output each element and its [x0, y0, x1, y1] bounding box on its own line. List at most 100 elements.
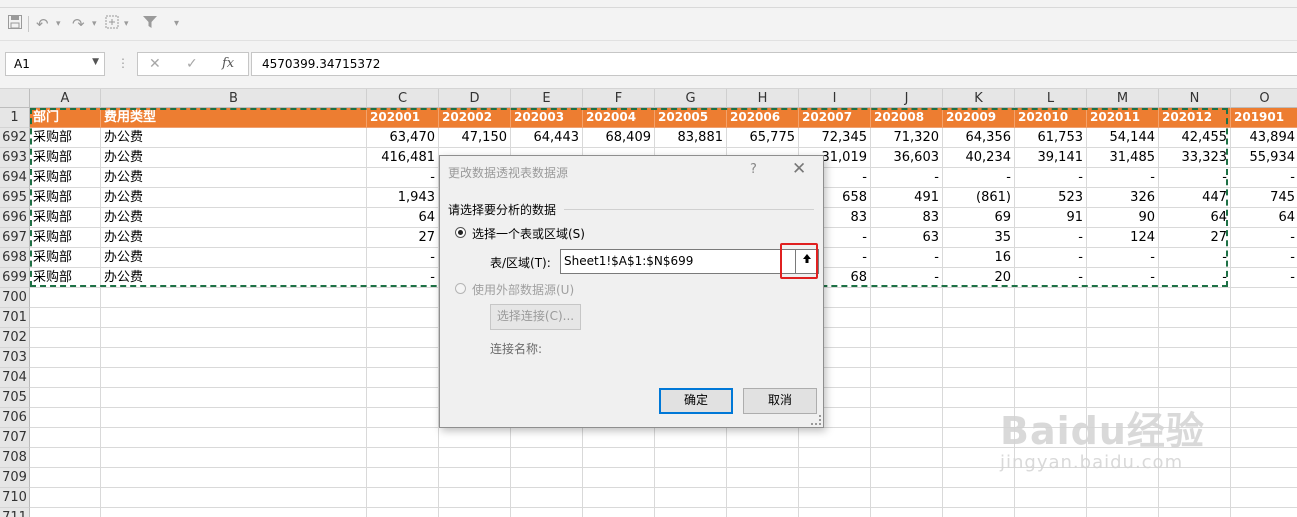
choose-connection-button[interactable]: 选择连接(C)... — [490, 304, 581, 330]
table-cell[interactable]: 65,775 — [727, 128, 799, 148]
empty-cell[interactable] — [1015, 508, 1087, 517]
empty-cell[interactable] — [727, 468, 799, 488]
cancel-button[interactable]: 取消 — [743, 388, 817, 414]
empty-cell[interactable] — [583, 448, 655, 468]
empty-cell[interactable] — [101, 448, 367, 468]
header-cell[interactable]: 部门 — [30, 108, 101, 128]
empty-cell[interactable] — [30, 388, 101, 408]
table-cell[interactable]: 办公费 — [101, 268, 367, 288]
undo-icon[interactable]: ↶ — [36, 14, 49, 34]
row-header[interactable]: 705 — [0, 388, 30, 408]
empty-cell[interactable] — [367, 428, 439, 448]
table-cell[interactable]: 采购部 — [30, 208, 101, 228]
empty-cell[interactable] — [439, 508, 511, 517]
header-cell[interactable]: 202005 — [655, 108, 727, 128]
column-header-f[interactable]: F — [583, 89, 655, 108]
table-cell[interactable]: - — [1015, 248, 1087, 268]
row-header[interactable]: 708 — [0, 448, 30, 468]
empty-cell[interactable] — [1231, 328, 1297, 348]
empty-cell[interactable] — [727, 448, 799, 468]
empty-cell[interactable] — [367, 288, 439, 308]
row-header[interactable]: 709 — [0, 468, 30, 488]
format-painter-dropdown-icon[interactable]: ▾ — [124, 14, 129, 34]
header-cell[interactable]: 201901 — [1231, 108, 1297, 128]
table-cell[interactable]: 办公费 — [101, 248, 367, 268]
table-cell[interactable]: - — [1087, 168, 1159, 188]
empty-cell[interactable] — [101, 348, 367, 368]
empty-cell[interactable] — [367, 368, 439, 388]
column-header-n[interactable]: N — [1159, 89, 1231, 108]
empty-cell[interactable] — [943, 308, 1015, 328]
empty-cell[interactable] — [101, 308, 367, 328]
range-input[interactable]: Sheet1!$A$1:$N$699 — [560, 249, 819, 274]
empty-cell[interactable] — [367, 408, 439, 428]
table-cell[interactable]: - — [871, 268, 943, 288]
table-cell[interactable]: - — [1231, 248, 1297, 268]
empty-cell[interactable] — [655, 508, 727, 517]
column-header-l[interactable]: L — [1015, 89, 1087, 108]
empty-cell[interactable] — [101, 368, 367, 388]
table-cell[interactable]: 72,345 — [799, 128, 871, 148]
table-cell[interactable]: 63 — [871, 228, 943, 248]
empty-cell[interactable] — [30, 408, 101, 428]
table-cell[interactable]: 91 — [1015, 208, 1087, 228]
table-cell[interactable]: 1,943 — [367, 188, 439, 208]
customize-toolbar-icon[interactable]: ▾ — [174, 14, 179, 34]
table-cell[interactable]: 35 — [943, 228, 1015, 248]
formula-bar-grip-icon[interactable]: ⋮ — [117, 56, 129, 70]
table-cell[interactable]: 办公费 — [101, 228, 367, 248]
empty-cell[interactable] — [439, 448, 511, 468]
row-header[interactable]: 695 — [0, 188, 30, 208]
empty-cell[interactable] — [799, 428, 871, 448]
empty-cell[interactable] — [727, 508, 799, 517]
close-icon[interactable]: ✕ — [792, 159, 806, 179]
name-box-dropdown-icon[interactable]: ▼ — [92, 57, 99, 67]
save-icon[interactable] — [7, 14, 23, 34]
table-cell[interactable]: 416,481 — [367, 148, 439, 168]
empty-cell[interactable] — [799, 448, 871, 468]
empty-cell[interactable] — [1231, 448, 1297, 468]
row-header[interactable]: 702 — [0, 328, 30, 348]
column-header-j[interactable]: J — [871, 89, 943, 108]
empty-cell[interactable] — [1087, 288, 1159, 308]
row-header[interactable]: 697 — [0, 228, 30, 248]
table-cell[interactable]: 办公费 — [101, 168, 367, 188]
table-cell[interactable]: 745 — [1231, 188, 1297, 208]
table-cell[interactable]: 40,234 — [943, 148, 1015, 168]
empty-cell[interactable] — [367, 328, 439, 348]
empty-cell[interactable] — [1087, 508, 1159, 517]
empty-cell[interactable] — [943, 328, 1015, 348]
table-cell[interactable]: 16 — [943, 248, 1015, 268]
row-header[interactable]: 696 — [0, 208, 30, 228]
table-cell[interactable]: - — [367, 168, 439, 188]
insert-function-icon[interactable]: fx — [222, 56, 234, 71]
table-cell[interactable]: 20 — [943, 268, 1015, 288]
header-cell[interactable]: 202007 — [799, 108, 871, 128]
empty-cell[interactable] — [583, 488, 655, 508]
empty-cell[interactable] — [1015, 288, 1087, 308]
row-header[interactable]: 700 — [0, 288, 30, 308]
empty-cell[interactable] — [101, 488, 367, 508]
header-cell[interactable]: 费用类型 — [101, 108, 367, 128]
table-cell[interactable]: 64,443 — [511, 128, 583, 148]
empty-cell[interactable] — [727, 428, 799, 448]
table-cell[interactable]: 83 — [871, 208, 943, 228]
table-cell[interactable]: 33,323 — [1159, 148, 1231, 168]
column-header-d[interactable]: D — [439, 89, 511, 108]
empty-cell[interactable] — [871, 348, 943, 368]
empty-cell[interactable] — [1159, 368, 1231, 388]
table-cell[interactable]: - — [1231, 268, 1297, 288]
empty-cell[interactable] — [943, 488, 1015, 508]
empty-cell[interactable] — [799, 488, 871, 508]
table-cell[interactable]: 326 — [1087, 188, 1159, 208]
empty-cell[interactable] — [943, 288, 1015, 308]
table-cell[interactable]: 采购部 — [30, 148, 101, 168]
header-cell[interactable]: 202002 — [439, 108, 511, 128]
header-cell[interactable]: 202001 — [367, 108, 439, 128]
empty-cell[interactable] — [101, 428, 367, 448]
table-cell[interactable]: - — [1159, 268, 1231, 288]
empty-cell[interactable] — [511, 428, 583, 448]
header-cell[interactable]: 202011 — [1087, 108, 1159, 128]
empty-cell[interactable] — [583, 508, 655, 517]
empty-cell[interactable] — [1087, 348, 1159, 368]
